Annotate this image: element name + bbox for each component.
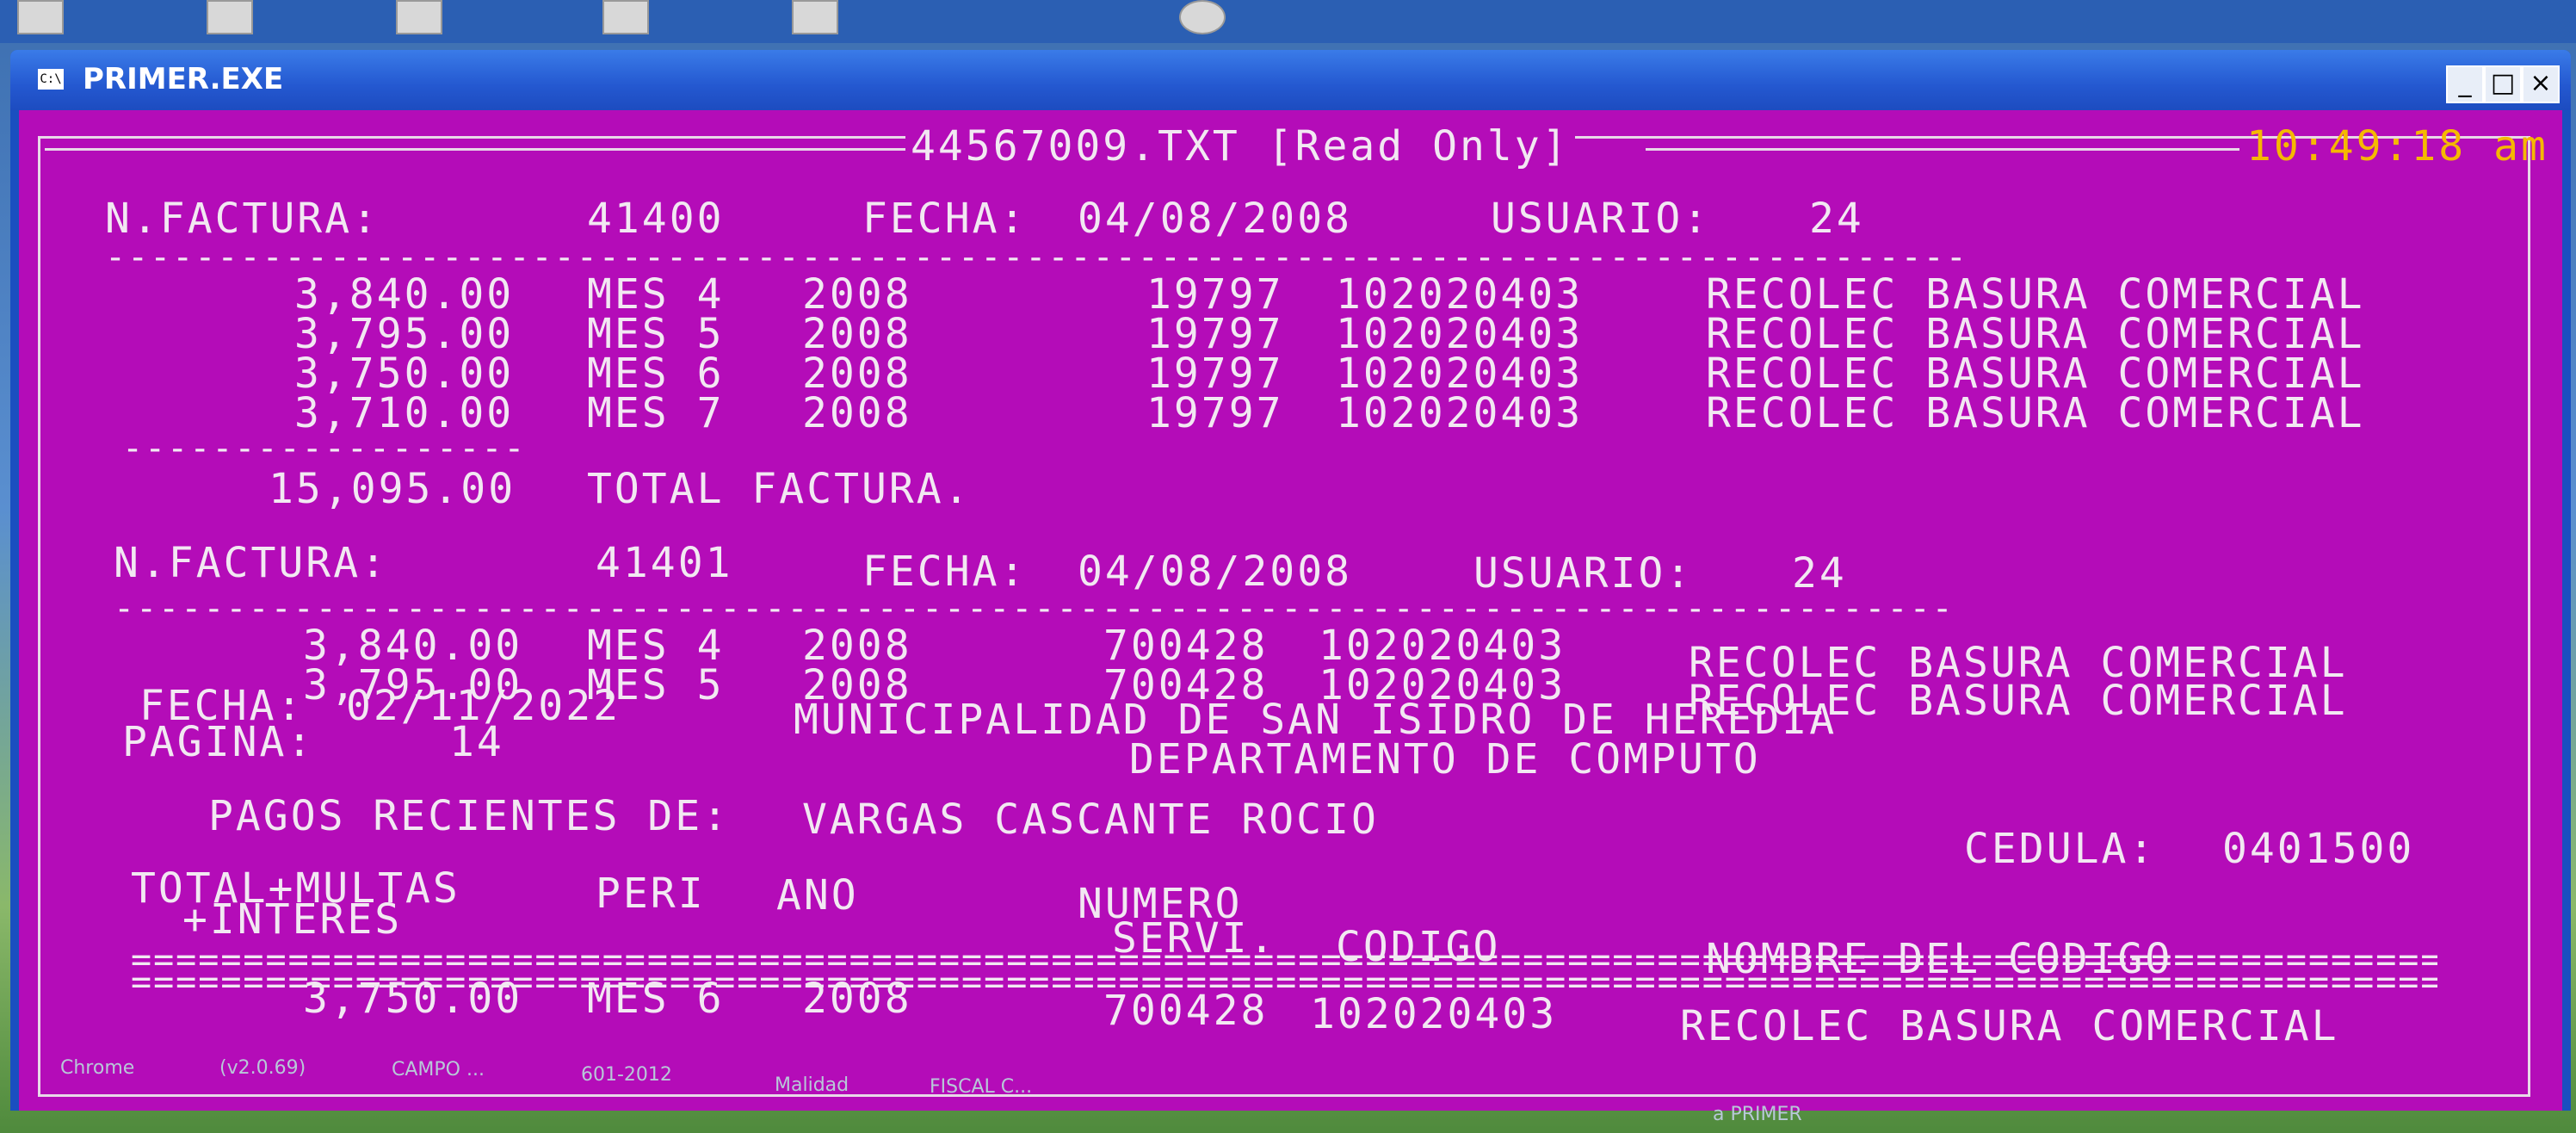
desktop-label[interactable]: a PRIMER (1713, 1104, 1802, 1125)
row-year: 2008 (802, 975, 912, 1023)
col-interes: +INTERES (182, 895, 403, 944)
desktop-icon[interactable] (17, 0, 64, 34)
row-servicio: 700428 (1103, 987, 1269, 1035)
row-desc: RECOLEC BASURA COMERCIAL (1680, 1002, 2339, 1050)
desktop-icon[interactable] (602, 0, 649, 34)
report-dept: DEPARTAMENTO DE COMPUTO (1129, 735, 1761, 783)
invoice-total-label: TOTAL FACTURA. (587, 465, 972, 513)
line-codigo: 102020403 (1336, 389, 1584, 437)
desktop-label[interactable]: FISCAL C... (930, 1076, 1032, 1098)
close-button[interactable]: × (2522, 65, 2560, 103)
teamviewer-icon[interactable] (1179, 0, 1226, 34)
desktop-label[interactable]: (v2.0.69) (219, 1057, 306, 1079)
invoice-number: 41401 (596, 539, 733, 587)
console-window: C:\ PRIMER.EXE _ □ × 44567009.TXT [Read … (10, 50, 2571, 1111)
desktop-label[interactable]: 601-2012 (581, 1064, 672, 1086)
header-rule-left (45, 148, 905, 151)
report-pagina: 14 (449, 718, 504, 766)
title-bar[interactable]: C:\ PRIMER.EXE _ □ × (10, 50, 2571, 110)
line-desc: RECOLEC BASURA COMERCIAL (1706, 389, 2365, 437)
cedula-label: CEDULA: (1964, 825, 2157, 873)
col-ano: ANO (776, 871, 859, 919)
line-year: 2008 (802, 389, 912, 437)
fecha-label: FECHA: (862, 195, 1028, 243)
invoice-label: N.FACTURA: (105, 195, 380, 243)
line-servicio: 19797 (1146, 389, 1284, 437)
invoice-number: 41400 (587, 195, 725, 243)
row-codigo: 102020403 (1310, 990, 1558, 1038)
minimize-button[interactable]: _ (2446, 65, 2484, 103)
file-header: 44567009.TXT [Read Only] (905, 122, 1575, 170)
cedula-value: 0401500 (2222, 825, 2415, 873)
desktop-top-strip (0, 0, 2576, 43)
invoice-total: 15,095.00 (269, 465, 516, 513)
invoice-label: N.FACTURA: (114, 539, 388, 587)
clock: 10:49:18 am (2246, 122, 2548, 170)
usuario-label: USUARIO: (1491, 195, 1711, 243)
header-rule-right (1646, 148, 2239, 151)
col-peri: PERI (596, 870, 706, 918)
desktop-icon[interactable] (396, 0, 442, 34)
pagos-label: PAGOS RECIENTES DE: (208, 792, 731, 840)
window-title: PRIMER.EXE (83, 62, 284, 96)
row-amount: 3,750.00 (303, 975, 523, 1023)
console-app-icon: C:\ (38, 69, 64, 90)
usuario-value: 24 (1809, 195, 1864, 243)
desktop-icon[interactable] (207, 0, 253, 34)
line-mes: MES 7 (587, 389, 725, 437)
desktop-label[interactable]: Malidad (775, 1074, 849, 1096)
maximize-button[interactable]: □ (2484, 65, 2522, 103)
row-mes: MES 6 (587, 975, 725, 1023)
fecha-value: 04/08/2008 (1078, 195, 1352, 243)
desktop-label[interactable]: CAMPO ... (392, 1059, 485, 1080)
desktop-icon[interactable] (792, 0, 838, 34)
pagos-name: VARGAS CASCANTE ROCIO (802, 796, 1379, 844)
console-screen[interactable]: 44567009.TXT [Read Only] 10:49:18 am N.F… (19, 110, 2562, 1111)
report-pagina-label: PAGINA: (122, 718, 315, 766)
desktop-label[interactable]: Chrome (60, 1057, 134, 1079)
subtotal-separator: -------------------------- (122, 429, 527, 468)
